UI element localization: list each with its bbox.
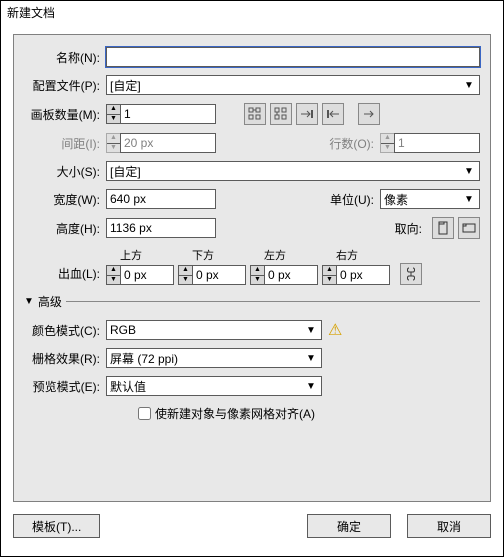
preview-label: 预览模式(E):	[24, 378, 106, 395]
artboards-label: 画板数量(M):	[24, 106, 106, 123]
units-select[interactable]: 像素 ▼	[380, 189, 480, 209]
orient-portrait-icon[interactable]	[432, 217, 454, 239]
height-label: 高度(H):	[24, 220, 106, 237]
grid-by-row-icon[interactable]	[244, 103, 266, 125]
colormode-select[interactable]: RGB ▼	[106, 320, 322, 340]
colormode-value: RGB	[110, 323, 136, 337]
size-select[interactable]: [自定] ▼	[106, 161, 480, 181]
bleed-left-input[interactable]	[264, 265, 318, 285]
bleed-right-input[interactable]	[336, 265, 390, 285]
cols-input	[394, 133, 480, 153]
window-title: 新建文档	[1, 1, 503, 24]
bleed-label: 出血(L):	[24, 265, 106, 285]
template-button[interactable]: 模板(T)...	[13, 514, 100, 538]
bleed-top-hdr: 上方	[106, 247, 174, 263]
cols-stepper: ▲▼	[380, 133, 394, 153]
chevron-down-icon: ▼	[304, 381, 318, 392]
spacing-input	[120, 133, 216, 153]
warning-icon: ⚠	[328, 320, 342, 340]
width-label: 宽度(W):	[24, 191, 106, 208]
bleed-right-hdr: 右方	[322, 247, 390, 263]
advanced-label: 高级	[38, 293, 62, 310]
bleed-bottom-stepper[interactable]: ▲▼	[178, 265, 192, 285]
arrange-rtl-icon[interactable]	[322, 103, 344, 125]
cancel-button[interactable]: 取消	[407, 514, 491, 538]
raster-value: 屏幕 (72 ppi)	[110, 350, 178, 367]
orient-label: 取向:	[388, 220, 428, 237]
size-value: [自定]	[110, 163, 141, 180]
bleed-top-stepper[interactable]: ▲▼	[106, 265, 120, 285]
preview-select[interactable]: 默认值 ▼	[106, 376, 322, 396]
link-bleed-icon[interactable]	[400, 263, 422, 285]
raster-select[interactable]: 屏幕 (72 ppi) ▼	[106, 348, 322, 368]
colormode-label: 颜色模式(C):	[24, 322, 106, 339]
cols-label: 行数(O):	[320, 135, 380, 152]
width-input[interactable]	[106, 189, 216, 209]
units-value: 像素	[384, 191, 408, 208]
size-label: 大小(S):	[24, 163, 106, 180]
arrange-ltr-icon[interactable]	[296, 103, 318, 125]
profile-label: 配置文件(P):	[24, 77, 106, 94]
spacing-stepper: ▲▼	[106, 133, 120, 153]
bleed-bottom-input[interactable]	[192, 265, 246, 285]
artboards-stepper[interactable]: ▲▼	[106, 104, 120, 124]
bleed-top-input[interactable]	[120, 265, 174, 285]
units-label: 单位(U):	[320, 191, 380, 208]
bleed-right-stepper[interactable]: ▲▼	[322, 265, 336, 285]
chevron-down-icon: ▼	[462, 80, 476, 91]
spacing-label: 间距(I):	[24, 135, 106, 152]
arrange-right-icon[interactable]	[358, 103, 380, 125]
divider	[66, 301, 480, 302]
height-input[interactable]	[106, 218, 216, 238]
profile-value: [自定]	[110, 77, 141, 94]
name-input[interactable]	[106, 47, 480, 67]
bleed-left-hdr: 左方	[250, 247, 318, 263]
grid-by-col-icon[interactable]	[270, 103, 292, 125]
chevron-down-icon: ▼	[304, 353, 318, 364]
ok-button[interactable]: 确定	[307, 514, 391, 538]
artboards-input[interactable]	[120, 104, 216, 124]
orient-landscape-icon[interactable]	[458, 217, 480, 239]
preview-value: 默认值	[110, 378, 146, 395]
align-pixel-checkbox[interactable]	[138, 407, 151, 420]
profile-select[interactable]: [自定] ▼	[106, 75, 480, 95]
raster-label: 栅格效果(R):	[24, 350, 106, 367]
bleed-bottom-hdr: 下方	[178, 247, 246, 263]
align-pixel-label: 使新建对象与像素网格对齐(A)	[155, 405, 315, 422]
bleed-left-stepper[interactable]: ▲▼	[250, 265, 264, 285]
name-label: 名称(N):	[24, 49, 106, 66]
chevron-down-icon: ▼	[462, 166, 476, 177]
chevron-down-icon: ▼	[304, 325, 318, 336]
advanced-toggle-icon[interactable]: ▼	[24, 296, 34, 307]
chevron-down-icon: ▼	[462, 194, 476, 205]
